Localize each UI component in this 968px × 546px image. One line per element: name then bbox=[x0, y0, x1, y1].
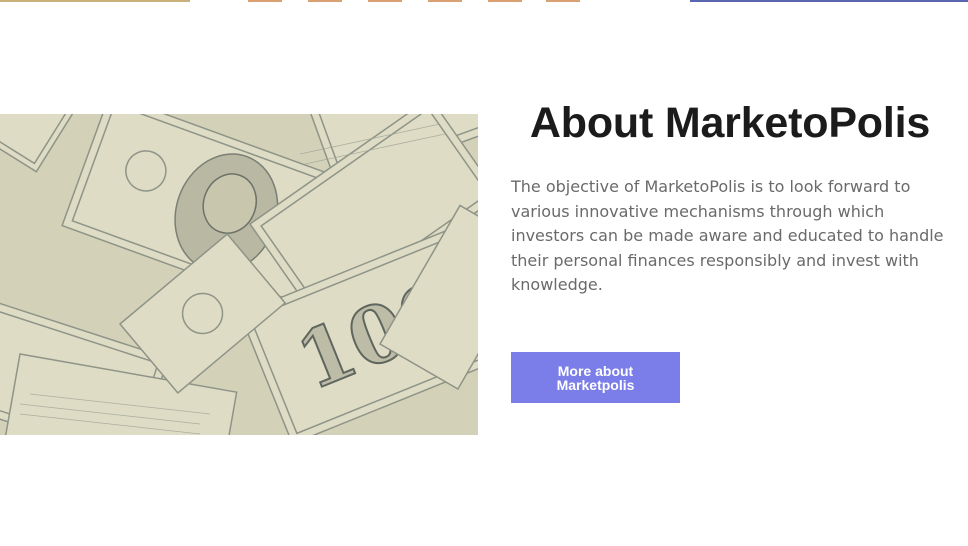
money-image: 100 bbox=[0, 114, 478, 435]
previous-section-edge bbox=[0, 0, 968, 2]
about-section: 100 About MarketoPolis The objective of … bbox=[0, 0, 968, 546]
more-about-button[interactable]: More about Marketpolis bbox=[511, 352, 680, 403]
section-title: About MarketoPolis bbox=[529, 99, 931, 147]
section-description: The objective of MarketoPolis is to look… bbox=[511, 177, 944, 294]
banknotes-illustration: 100 bbox=[0, 114, 478, 435]
